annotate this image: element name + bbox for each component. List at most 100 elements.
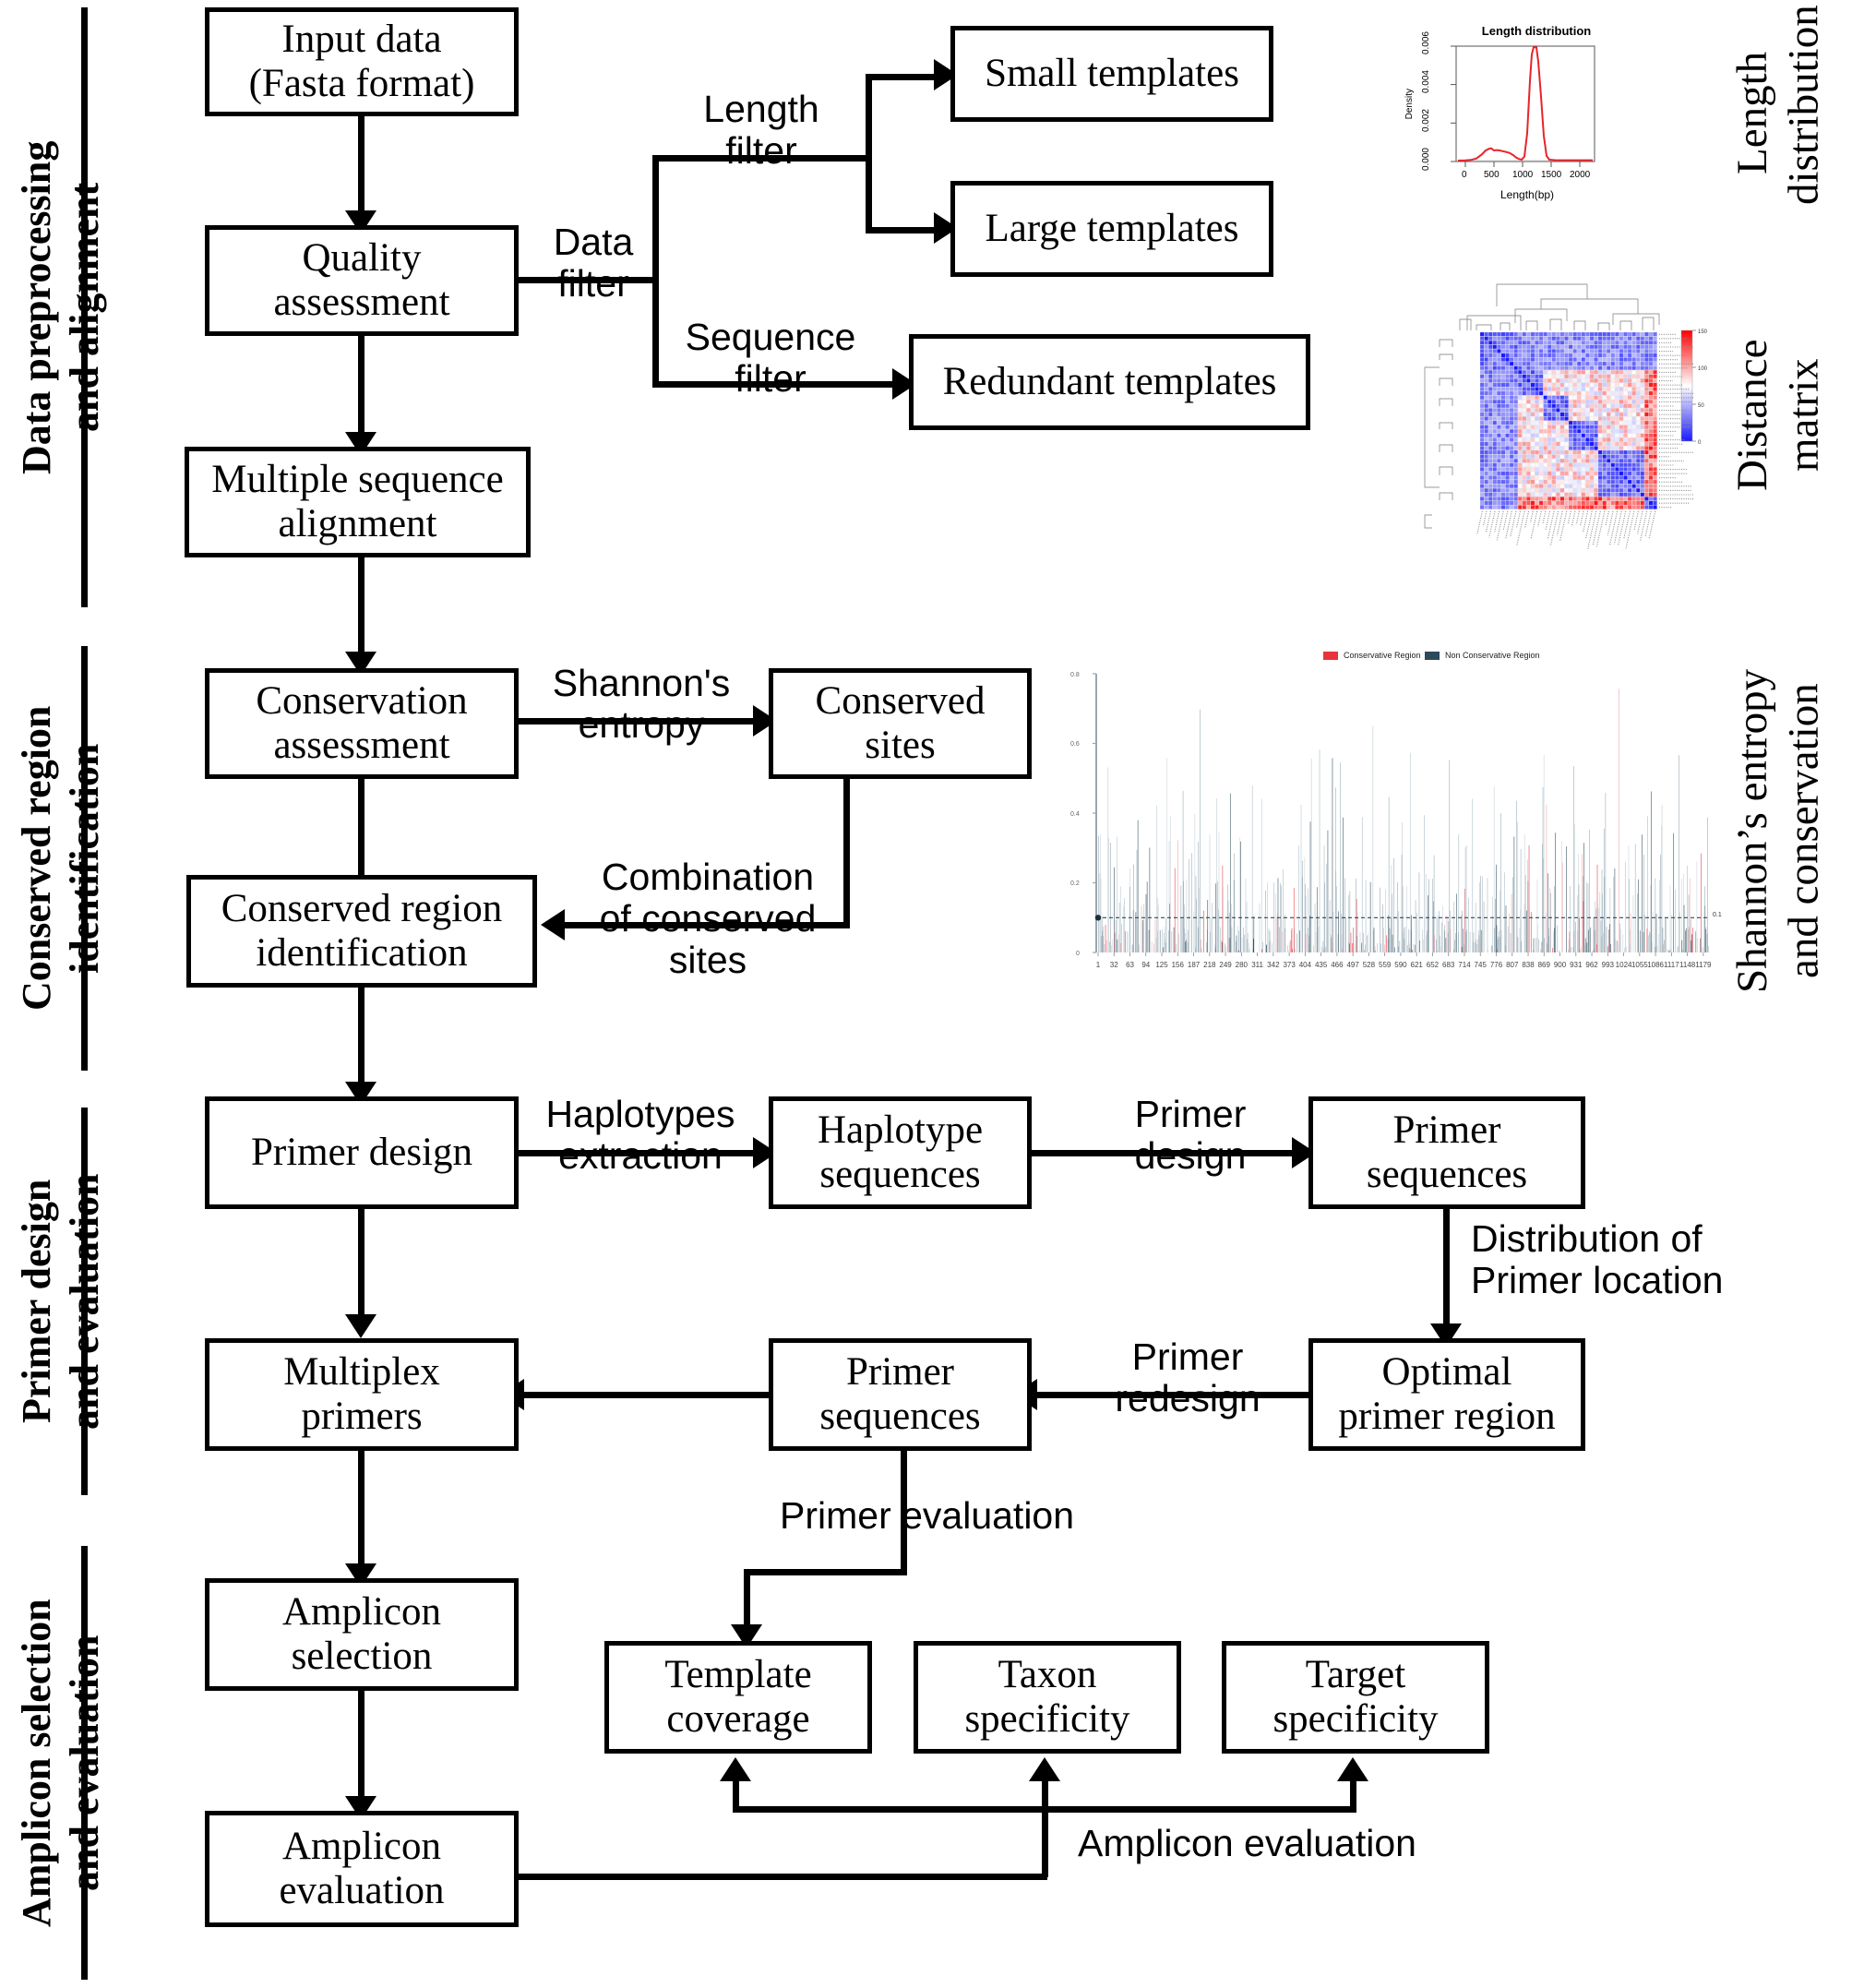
node-small-templates[interactable]: Small templates (950, 26, 1273, 122)
edge-input-to-quality (358, 116, 364, 218)
legend-label-non-conservative-region: Non Conservative Region (1445, 651, 1540, 660)
chart-ylabel-density: Density (1404, 89, 1415, 120)
chart-distance-matrix: 0 50 100 150 (1412, 268, 1716, 572)
svg-text:497: 497 (1346, 961, 1359, 969)
xtick-4: 2000 (1570, 170, 1591, 180)
edge-to-multiplex-primers (522, 1392, 771, 1398)
legend-swatch-conservative-region (1323, 652, 1338, 660)
node-input-data[interactable]: Input data (Fasta format) (205, 7, 519, 116)
edge-to-small-templates (866, 74, 943, 80)
edge-label-amplicon-evaluation: Amplicon evaluation (1078, 1822, 1416, 1864)
edge-label-sequence-filter: Sequence filter (685, 316, 856, 401)
node-large-templates[interactable]: Large templates (950, 181, 1273, 277)
section-label-primer-design: Primer design and evaluation (14, 1173, 107, 1430)
node-conserved-sites[interactable]: Conserved sites (769, 668, 1032, 779)
edge-label-length-filter: Length filter (703, 88, 819, 173)
arrowhead-primer-design-to-multiplex (345, 1314, 376, 1338)
svg-text:50: 50 (1698, 403, 1704, 409)
svg-text:869: 869 (1538, 961, 1551, 969)
svg-text:0.6: 0.6 (1070, 741, 1080, 748)
edge-conservation-to-region (358, 779, 364, 882)
edge-primer-design-to-multiplex (358, 1209, 364, 1322)
node-taxon-specificity[interactable]: Taxon specificity (914, 1641, 1181, 1754)
svg-text:373: 373 (1283, 961, 1296, 969)
edge-msa-to-conservation (358, 557, 364, 659)
edge-amplicon-evaluation-up-target (1350, 1781, 1356, 1810)
node-optimal-primer-region[interactable]: Optimal primer region (1308, 1338, 1585, 1451)
svg-text:1: 1 (1096, 961, 1101, 969)
flowchart-figure: Data preprocessing and alignment Conserv… (0, 0, 1852, 1988)
svg-text:218: 218 (1203, 961, 1216, 969)
svg-text:652: 652 (1427, 961, 1440, 969)
edge-label-shannons-entropy: Shannon's entropy (552, 662, 731, 747)
svg-text:931: 931 (1570, 961, 1583, 969)
node-amplicon-selection[interactable]: Amplicon selection (205, 1578, 519, 1691)
edge-amplicon-evaluation-bus-branch (733, 1806, 1356, 1813)
svg-text:32: 32 (1110, 961, 1118, 969)
xtick-1: 500 (1484, 170, 1500, 180)
svg-text:714: 714 (1458, 961, 1471, 969)
node-multiple-sequence-alignment[interactable]: Multiple sequence alignment (185, 447, 531, 557)
node-primer-design[interactable]: Primer design (205, 1096, 519, 1209)
svg-text:0.2: 0.2 (1070, 880, 1080, 887)
edge-region-to-primer-design (358, 988, 364, 1091)
node-primer-sequences-bottom[interactable]: Primer sequences (769, 1338, 1032, 1451)
ytick-1: 0.002 (1421, 109, 1431, 133)
shannon-entropy-svg: 0 0.2 0.4 0.6 0.8 0.1 1 32 63 94 125 156 187 21… (1070, 672, 1722, 969)
svg-text:1086: 1086 (1647, 961, 1664, 969)
ytick-0: 0.000 (1421, 148, 1431, 172)
svg-text:1055: 1055 (1631, 961, 1648, 969)
node-multiplex-primers[interactable]: Multiplex primers (205, 1338, 519, 1451)
edge-label-primer-redesign: Primer redesign (1115, 1335, 1261, 1420)
svg-text:621: 621 (1411, 961, 1424, 969)
svg-text:125: 125 (1155, 961, 1168, 969)
svg-text:590: 590 (1394, 961, 1407, 969)
node-target-specificity[interactable]: Target specificity (1222, 1641, 1489, 1754)
legend-label-conservative-region: Conservative Region (1344, 651, 1421, 660)
svg-text:1148: 1148 (1679, 961, 1696, 969)
chart-length-distribution: Length distribution 0.000 0.002 0.004 0.… (1384, 7, 1689, 220)
panel-label-length-distribution: Length distribution (1728, 5, 1828, 205)
edge-label-distribution-of-primer-location: Distribution of Primer location (1471, 1217, 1724, 1302)
svg-text:466: 466 (1331, 961, 1344, 969)
xtick-0: 0 (1462, 170, 1467, 180)
node-primer-sequences-top[interactable]: Primer sequences (1308, 1096, 1585, 1209)
edge-label-combination-of-conserved-sites: Combination of conserved sites (599, 856, 817, 982)
edge-multiplex-to-amplicon-selection (358, 1451, 364, 1571)
node-quality-assessment[interactable]: Quality assessment (205, 225, 519, 336)
svg-text:156: 156 (1172, 961, 1185, 969)
node-conserved-region-identification[interactable]: Conserved region identification (186, 875, 537, 988)
svg-text:0.4: 0.4 (1070, 811, 1080, 818)
edge-label-haplotypes-extraction: Haplotypes extraction (545, 1093, 735, 1178)
node-template-coverage[interactable]: Template coverage (604, 1641, 872, 1754)
section-label-amplicon-selection: Amplicon selection and evaluation (14, 1599, 107, 1927)
edge-to-large-templates (866, 227, 943, 234)
panel-label-distance-matrix: Distance matrix (1728, 339, 1828, 492)
arrowhead-target-specificity (1337, 1757, 1368, 1781)
svg-text:94: 94 (1141, 961, 1150, 969)
node-conservation-assessment[interactable]: Conservation assessment (205, 668, 519, 779)
node-amplicon-evaluation[interactable]: Amplicon evaluation (205, 1811, 519, 1927)
svg-text:1117: 1117 (1664, 961, 1679, 969)
arrowhead-taxon-specificity (1029, 1757, 1060, 1781)
arrowhead-combination-conserved-sites (541, 909, 565, 940)
svg-text:404: 404 (1299, 961, 1312, 969)
svg-text:838: 838 (1522, 961, 1535, 969)
svg-text:63: 63 (1126, 961, 1134, 969)
edge-label-primer-design: Primer design (1134, 1093, 1247, 1178)
svg-text:187: 187 (1188, 961, 1201, 969)
section-label-conserved-region: Conserved region identification (14, 705, 107, 1012)
svg-text:0: 0 (1698, 440, 1702, 446)
ytick-3: 0.006 (1421, 31, 1431, 55)
svg-text:900: 900 (1554, 961, 1567, 969)
svg-text:100: 100 (1698, 366, 1708, 372)
svg-text:342: 342 (1267, 961, 1280, 969)
svg-text:435: 435 (1315, 961, 1328, 969)
node-haplotype-sequences[interactable]: Haplotype sequences (769, 1096, 1032, 1209)
svg-text:1179: 1179 (1695, 961, 1712, 969)
svg-text:807: 807 (1506, 961, 1519, 969)
node-redundant-templates[interactable]: Redundant templates (909, 334, 1310, 430)
arrowhead-template-coverage-bottom (720, 1757, 751, 1781)
svg-text:776: 776 (1490, 961, 1503, 969)
chart-shannon-entropy: Conservative Region Non Conservative Reg… (1052, 637, 1735, 997)
